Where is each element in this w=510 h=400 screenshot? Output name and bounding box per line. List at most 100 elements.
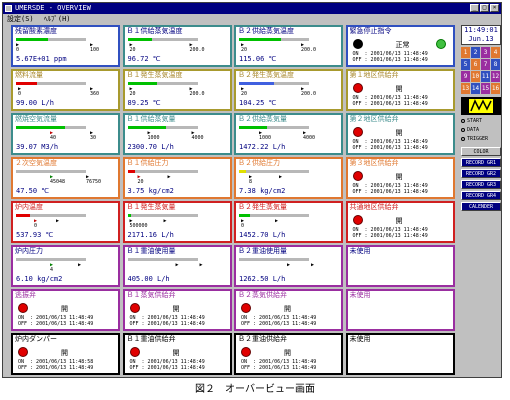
indicator-light[interactable]: 4	[491, 47, 500, 58]
level-bar-fill	[239, 82, 274, 85]
panel-title: 第２地区供給弁	[349, 115, 399, 123]
scale-marker-icon: ▶	[56, 218, 60, 224]
status-lamp-icon	[352, 171, 363, 181]
panel: 緊急停止指令 正常 ON : 2001/06/13 11:48:49 OFF : 2…	[345, 25, 455, 67]
on-off-times: ON : 2001/06/13 11:48:49 OFF : 2001/06/1…	[129, 359, 205, 371]
scale-label: 20	[241, 91, 248, 97]
scale-label: 30	[90, 135, 97, 141]
panel: Ｂ１供給蒸気量 ▶ 1000 ▶ 4000 2300.70 L/h	[122, 113, 232, 155]
side-button[interactable]: RECORD GR4	[461, 191, 501, 200]
indicator-light[interactable]: 8	[491, 59, 500, 70]
overview-window: UMERSDE - OVERVIEW _ □ × 設定(S) ﾍﾙﾌﾟ(H) 残…	[2, 2, 502, 378]
panel-value: 537.93 ℃	[16, 231, 54, 239]
scale-label: 4000	[191, 135, 204, 141]
radio-icon	[461, 136, 465, 141]
panel: Ｂ２発生蒸気温度 ▶ 20 ▶ 200.0 104.25 ℃	[234, 69, 343, 111]
indicator-light[interactable]: 6	[471, 59, 480, 70]
scale-marker-icon: ▶	[78, 262, 82, 268]
valve-state: 開	[284, 305, 291, 313]
scale-label: 200.0	[189, 91, 205, 97]
scale-label: 45048	[50, 179, 66, 185]
indicator-light[interactable]: 5	[461, 59, 470, 70]
side-button[interactable]: RECORD GR3	[461, 180, 501, 189]
title-bar: UMERSDE - OVERVIEW _ □ ×	[3, 3, 501, 14]
indicator-light[interactable]: 12	[491, 71, 500, 82]
indicator-light[interactable]: 2	[471, 47, 480, 58]
indicator-light[interactable]: 11	[481, 71, 490, 82]
panel-value: 39.07 M3/h	[16, 143, 59, 151]
panel-title: 第３地区供給弁	[349, 159, 399, 167]
indicator-light[interactable]: 16	[491, 83, 500, 94]
minimize-button[interactable]: _	[470, 4, 479, 12]
panel-title: Ｂ１重油供給弁	[126, 335, 176, 343]
scale-label: 200.0	[189, 47, 205, 53]
scale-label: 100	[90, 47, 100, 53]
panel-title: Ｂ２重油使用量	[238, 247, 287, 255]
scale: ▶ 1000 ▶ 4000	[128, 131, 224, 141]
menu-settings[interactable]: 設定(S)	[7, 15, 34, 23]
panel-title: 未使用	[349, 335, 371, 343]
panel-title: Ｂ１発生蒸気温度	[126, 71, 183, 79]
status-lamp-icon	[241, 347, 251, 357]
indicator-light[interactable]: 15	[481, 83, 490, 94]
panel-title: 逃振弁	[15, 291, 36, 299]
scale-marker-icon: ▶	[279, 174, 283, 180]
panel: Ｂ１発生蒸気温度 ▶ 20 ▶ 200.0 89.25 ℃	[122, 69, 232, 111]
panel: Ｂ２供給圧力 ▶ 8 ▶ 7.38 kg/cm2	[234, 157, 343, 199]
valve-state: 開	[172, 349, 180, 357]
panel-value: 5.67E+01 ppm	[16, 55, 67, 63]
scale-label: 4	[50, 267, 54, 273]
panel: Ｂ１供給蒸気温度 ▶ 20 ▶ 200.0 96.72 ℃	[122, 25, 232, 67]
radio-label: DATA	[467, 127, 480, 133]
panel: 燃焼空気流量 ▶ 40 ▶ 30 39.07 M3/h	[11, 113, 120, 155]
indicator-light[interactable]: 13	[461, 83, 470, 94]
mode-radio-trigger[interactable]: TRIGGER	[461, 135, 501, 143]
mode-radio-start[interactable]: START	[461, 117, 501, 125]
clock-date: Jun.13	[468, 35, 494, 43]
scale-marker-icon: ▶	[167, 174, 171, 180]
panel-title: 共通地区供給弁	[349, 203, 399, 211]
level-bar-fill	[127, 82, 157, 85]
panel: 逃振弁開 ON : 2001/06/13 11:48:49 OFF : 2001/…	[11, 289, 120, 331]
indicator-light[interactable]: 14	[471, 83, 480, 94]
panel-title: Ｂ１供給圧力	[126, 159, 169, 167]
close-button[interactable]: ×	[490, 4, 499, 12]
level-bar	[127, 214, 198, 217]
panel: Ｂ２重油使用量 ▶ ▶ 1262.50 L/h	[234, 245, 343, 287]
valve-state: 正常	[395, 41, 410, 49]
panel-title: Ｂ１重油使用量	[126, 247, 176, 255]
panel-title: 燃料流量	[15, 71, 43, 79]
side-button[interactable]: RECORD GR2	[461, 169, 501, 178]
radio-label: TRIGGER	[467, 136, 489, 142]
valve-state: 開	[395, 85, 403, 93]
on-off-times: ON : 2001/06/13 11:48:49 OFF : 2001/06/1…	[352, 227, 428, 239]
level-bar	[239, 82, 309, 85]
panel-title: Ｂ２重油供給弁	[238, 335, 287, 343]
panel-value: 1472.22 L/h	[239, 143, 286, 151]
window-title: UMERSDE - OVERVIEW	[15, 4, 91, 12]
maximize-button[interactable]: □	[480, 4, 489, 12]
status-lamp-icon	[129, 303, 140, 313]
valve-state: 開	[61, 305, 68, 313]
indicator-light[interactable]: 9	[461, 71, 470, 82]
level-bar-fill	[239, 170, 246, 173]
indicator-light[interactable]: 3	[481, 47, 490, 58]
panel-value: 1262.50 L/h	[239, 275, 286, 283]
menu-help[interactable]: ﾍﾙﾌﾟ(H)	[44, 15, 71, 23]
indicator-light[interactable]: 10	[471, 71, 480, 82]
panel-title: Ｂ１供給蒸気温度	[126, 27, 183, 35]
indicator-light[interactable]: 1	[461, 47, 470, 58]
side-button[interactable]: RECORD GR1	[461, 158, 501, 167]
level-bar-fill	[127, 170, 135, 173]
scale-marker-icon: ▶	[287, 262, 291, 268]
scale: ▶ 20 ▶ 200.0	[239, 43, 335, 53]
level-bar	[127, 82, 198, 85]
mode-radio-data[interactable]: DATA	[461, 126, 501, 134]
panel: 第３地区供給弁開 ON : 2001/06/13 11:48:49 OFF : 2…	[345, 157, 455, 199]
panel-grid: 残留酸素濃度 ▶ 0 ▶ 100 5.67E+01 ppm Ｂ１供給蒸気温度 ▶ 20 ▶ 200.…	[11, 25, 457, 377]
panel-title: Ｂ１供給蒸気量	[126, 115, 176, 123]
panel: Ｂ１供給圧力 ▶ 20 ▶ 3.75 kg/cm2	[122, 157, 232, 199]
indicator-light[interactable]: 7	[481, 59, 490, 70]
side-button[interactable]: CALENDER	[461, 202, 501, 211]
side-button[interactable]: COLOR	[461, 147, 501, 156]
